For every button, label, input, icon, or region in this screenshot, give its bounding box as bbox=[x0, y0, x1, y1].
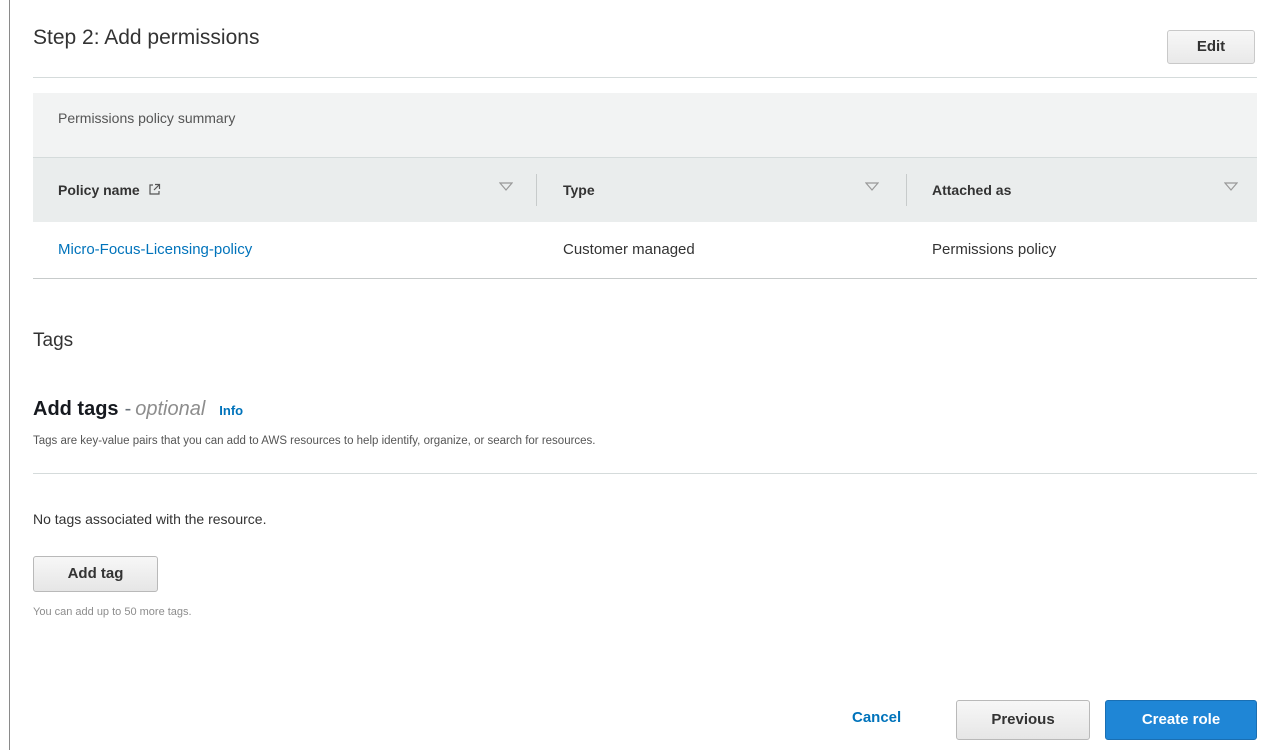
title-separator: - bbox=[124, 398, 132, 420]
add-tags-label: Add tags bbox=[33, 398, 119, 420]
sort-down-icon[interactable] bbox=[864, 182, 880, 195]
divider bbox=[33, 77, 1257, 78]
tags-description: Tags are key-value pairs that you can ad… bbox=[33, 435, 596, 447]
column-separator bbox=[536, 174, 537, 206]
add-tags-title: Add tags - optional Info bbox=[33, 398, 243, 421]
info-link[interactable]: Info bbox=[219, 403, 243, 418]
attached-as-cell: Permissions policy bbox=[932, 241, 1057, 258]
column-header-attached-as[interactable]: Attached as bbox=[932, 158, 1011, 222]
divider bbox=[33, 473, 1257, 474]
table-header: Policy name Type Attached as bbox=[33, 158, 1257, 222]
tags-heading: Tags bbox=[33, 330, 74, 351]
external-link-icon bbox=[148, 159, 161, 223]
create-role-button[interactable]: Create role bbox=[1105, 700, 1257, 740]
no-tags-message: No tags associated with the resource. bbox=[33, 511, 267, 527]
edit-button[interactable]: Edit bbox=[1167, 30, 1255, 64]
column-header-type[interactable]: Type bbox=[563, 158, 595, 222]
column-header-policy-name[interactable]: Policy name bbox=[58, 158, 161, 222]
sort-down-icon[interactable] bbox=[498, 182, 514, 195]
cancel-button[interactable]: Cancel bbox=[852, 709, 901, 726]
policy-name-link[interactable]: Micro-Focus-Licensing-policy bbox=[58, 222, 252, 278]
add-tag-button[interactable]: Add tag bbox=[33, 556, 158, 592]
sort-down-icon[interactable] bbox=[1223, 182, 1239, 195]
column-header-label: Policy name bbox=[58, 182, 140, 198]
permissions-summary-panel: Permissions policy summary bbox=[33, 93, 1257, 158]
table-row: Micro-Focus-Licensing-policy Customer ma… bbox=[33, 222, 1257, 279]
tags-limit-hint: You can add up to 50 more tags. bbox=[33, 606, 192, 618]
optional-label: optional bbox=[135, 398, 206, 420]
left-border bbox=[9, 0, 10, 750]
previous-button[interactable]: Previous bbox=[956, 700, 1090, 740]
column-separator bbox=[906, 174, 907, 206]
page: Step 2: Add permissions Edit Permissions… bbox=[0, 0, 1273, 750]
permissions-summary-title: Permissions policy summary bbox=[58, 110, 236, 126]
step-title: Step 2: Add permissions bbox=[33, 26, 260, 49]
policy-type-cell: Customer managed bbox=[563, 241, 695, 258]
